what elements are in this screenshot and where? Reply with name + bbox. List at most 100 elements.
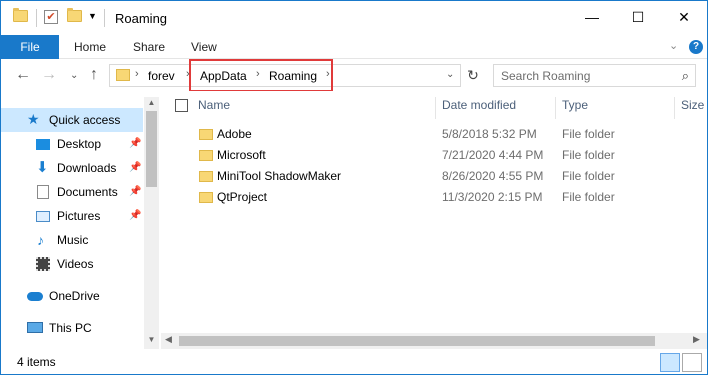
details-view-button[interactable]	[660, 353, 680, 372]
file-date: 8/26/2020 4:55 PM	[442, 169, 544, 183]
sidebar-item-music[interactable]: ♪ Music	[1, 228, 143, 252]
scroll-up-arrow[interactable]: ▲	[144, 98, 159, 107]
sidebar-item-videos[interactable]: Videos	[1, 252, 143, 276]
sidebar-item-pictures[interactable]: Pictures 📌	[1, 204, 143, 228]
file-name: Microsoft	[217, 148, 266, 162]
scroll-down-arrow[interactable]: ▼	[144, 335, 159, 344]
folder-icon	[13, 8, 28, 22]
file-name: Adobe	[217, 127, 252, 141]
file-name: QtProject	[217, 190, 268, 204]
sidebar-item-onedrive[interactable]: OneDrive	[1, 284, 143, 308]
sidebar-item-downloads[interactable]: ⬇ Downloads 📌	[1, 156, 143, 180]
folder-icon	[199, 192, 213, 203]
column-header-size[interactable]: Size	[681, 97, 704, 121]
file-list: Name Date modified Type Size Adobe 5/8/2…	[161, 91, 707, 349]
search-icon: ⌕	[681, 68, 689, 83]
expand-ribbon-icon[interactable]: ⌄	[669, 39, 678, 52]
breadcrumb-forev[interactable]: forev	[148, 69, 175, 83]
title-bar: ✔ ▼ Roaming — ☐ ✕	[1, 1, 707, 35]
sidebar-item-label: OneDrive	[49, 289, 100, 303]
column-divider[interactable]	[674, 97, 675, 119]
minimize-button[interactable]: —	[569, 1, 615, 33]
search-box[interactable]: Search Roaming ⌕	[493, 64, 696, 87]
select-all-checkbox[interactable]	[175, 99, 188, 112]
up-button[interactable]: ↑	[90, 65, 98, 85]
pictures-icon	[36, 211, 50, 222]
refresh-button[interactable]: ↻	[463, 64, 483, 87]
folder-icon	[199, 171, 213, 182]
tab-home[interactable]: Home	[74, 35, 106, 59]
sidebar-item-documents[interactable]: Documents 📌	[1, 180, 143, 204]
column-header-type[interactable]: Type	[562, 97, 588, 121]
sidebar-item-this-pc[interactable]: This PC	[1, 316, 143, 340]
tab-share[interactable]: Share	[133, 35, 165, 59]
back-button[interactable]: ←	[15, 65, 31, 85]
forward-button[interactable]: →	[41, 65, 57, 85]
pin-icon[interactable]: 📌	[129, 132, 141, 156]
title-separator	[36, 9, 37, 27]
scroll-left-arrow[interactable]: ◀	[165, 334, 172, 345]
customize-quick-access-icon[interactable]: ▼	[88, 11, 97, 21]
music-icon: ♪	[37, 232, 44, 248]
sidebar-item-desktop[interactable]: Desktop 📌	[1, 132, 143, 156]
maximize-button[interactable]: ☐	[615, 1, 661, 33]
properties-icon[interactable]: ✔	[44, 10, 58, 24]
breadcrumb-highlight-box	[189, 59, 333, 92]
scroll-right-arrow[interactable]: ▶	[693, 334, 700, 345]
column-divider[interactable]	[555, 97, 556, 119]
status-bar: 4 items	[1, 351, 707, 374]
column-header-name[interactable]: Name	[198, 97, 230, 121]
item-count: 4 items	[17, 355, 56, 369]
scrollbar-thumb[interactable]	[179, 336, 655, 346]
folder-icon	[199, 129, 213, 140]
list-item[interactable]: Microsoft 7/21/2020 4:44 PM File folder	[185, 145, 705, 166]
navigation-pane: ★ Quick access Desktop 📌 ⬇ Downloads 📌 D…	[1, 97, 159, 349]
scrollbar-thumb[interactable]	[146, 111, 157, 187]
help-icon[interactable]: ?	[689, 40, 703, 54]
desktop-icon	[36, 139, 50, 150]
tab-view[interactable]: View	[191, 35, 217, 59]
file-type: File folder	[562, 127, 615, 141]
column-divider[interactable]	[435, 97, 436, 119]
download-icon: ⬇	[36, 159, 49, 176]
file-type: File folder	[562, 148, 615, 162]
new-folder-icon[interactable]	[67, 8, 82, 22]
sidebar-item-quick-access[interactable]: ★ Quick access	[1, 108, 143, 132]
sidebar-item-label: Quick access	[49, 113, 121, 127]
tab-file[interactable]: File	[1, 35, 59, 59]
sidebar-item-label: Downloads	[57, 161, 117, 175]
breadcrumb-separator[interactable]: ›	[135, 68, 139, 80]
column-header-date-modified[interactable]: Date modified	[442, 97, 516, 121]
horizontal-scrollbar[interactable]: ◀ ▶	[161, 333, 707, 349]
search-input[interactable]: Search Roaming	[501, 69, 590, 83]
file-date: 5/8/2018 5:32 PM	[442, 127, 537, 141]
list-item[interactable]: MiniTool ShadowMaker 8/26/2020 4:55 PM F…	[185, 166, 705, 187]
file-name: MiniTool ShadowMaker	[217, 169, 342, 183]
file-date: 11/3/2020 2:15 PM	[442, 190, 543, 204]
large-icons-view-button[interactable]	[682, 353, 702, 372]
explorer-window: ✔ ▼ Roaming — ☐ ✕ File Home Share View ⌄…	[0, 0, 708, 375]
cloud-icon	[27, 292, 43, 301]
close-button[interactable]: ✕	[661, 1, 707, 33]
pin-icon[interactable]: 📌	[129, 180, 141, 204]
window-title: Roaming	[115, 11, 168, 26]
list-item[interactable]: QtProject 11/3/2020 2:15 PM File folder	[185, 187, 705, 208]
folder-icon	[199, 150, 213, 161]
videos-icon	[36, 257, 50, 271]
title-separator	[104, 9, 105, 27]
navigation-bar: ← → ⌄ ↑ › forev › AppData › Roaming › ⌄ …	[1, 59, 707, 91]
address-dropdown-icon[interactable]: ⌄	[446, 69, 454, 80]
folder-icon	[116, 69, 130, 81]
sidebar-scrollbar[interactable]: ▲ ▼	[144, 97, 159, 349]
sidebar-item-label: This PC	[49, 321, 92, 335]
pin-icon[interactable]: 📌	[129, 204, 141, 228]
sidebar-item-label: Music	[57, 233, 89, 247]
sidebar-item-label: Documents	[57, 185, 118, 199]
list-item[interactable]: Adobe 5/8/2018 5:32 PM File folder	[185, 124, 705, 145]
file-type: File folder	[562, 190, 615, 204]
recent-locations-button[interactable]: ⌄	[70, 66, 78, 86]
documents-icon	[37, 185, 49, 199]
sidebar-item-label: Videos	[57, 257, 94, 271]
pin-icon[interactable]: 📌	[129, 156, 141, 180]
computer-icon	[27, 322, 43, 333]
